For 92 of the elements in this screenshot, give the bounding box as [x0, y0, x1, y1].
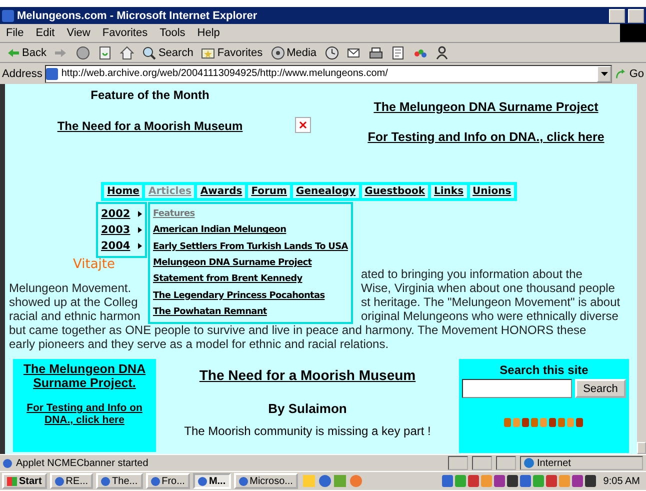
- status-pane: [496, 456, 516, 470]
- zone-label: Internet: [537, 458, 571, 468]
- panel-title-link[interactable]: The Melungeon DNA Surname Project.: [13, 362, 156, 390]
- intro-text: early pioneers and they serve as a model for ethnic and racial relations.: [9, 337, 390, 351]
- dropdown-button[interactable]: [597, 66, 612, 82]
- status-message: Applet NCMECbanner started: [16, 458, 150, 468]
- nav-link[interactable]: Unions: [470, 185, 514, 198]
- globe-icon: [524, 458, 534, 468]
- search-icon: [142, 46, 156, 60]
- home-icon: [120, 46, 134, 60]
- mail-icon: [346, 46, 361, 60]
- menu-link[interactable]: American Indian Melungeon: [153, 222, 286, 239]
- stop-button[interactable]: [74, 46, 92, 60]
- intro-text: but came together as ONE people to survive and live in peace and harmony. The Movement HONORS these: [9, 323, 588, 337]
- browser-icon: [2, 10, 14, 22]
- stop-icon: [76, 46, 90, 60]
- intro-text: Melungeon Movement.: [9, 281, 132, 295]
- nav-link[interactable]: Links: [431, 185, 470, 198]
- back-button[interactable]: Back: [4, 46, 48, 60]
- address-label: Address: [2, 68, 42, 80]
- search-heading: Search this site: [500, 363, 588, 377]
- start-button[interactable]: Start: [2, 473, 47, 489]
- greeting: Vitajte: [73, 257, 115, 271]
- taskbar-button[interactable]: The...: [96, 473, 143, 489]
- history-icon: [324, 46, 339, 60]
- search-button[interactable]: Search: [140, 46, 196, 60]
- messenger-icon: [434, 46, 449, 60]
- intro-text: Wise, Virginia when about one thousand people: [361, 281, 615, 295]
- favorites-button[interactable]: Favorites: [199, 46, 265, 60]
- feature-heading: Feature of the Month: [90, 88, 210, 102]
- print-icon: [368, 46, 383, 60]
- window-title: Melungeons.com - Microsoft Internet Explorer: [17, 10, 258, 22]
- favorites-icon: [201, 46, 216, 60]
- taskbar-button[interactable]: RE...: [50, 473, 94, 489]
- menu-item[interactable]: Favorites: [96, 27, 154, 39]
- nav-link[interactable]: Genealogy: [292, 185, 362, 198]
- caret-icon: [600, 72, 608, 76]
- menu-link[interactable]: Features: [153, 206, 195, 222]
- minimize-button[interactable]: [609, 8, 625, 22]
- go-button[interactable]: Go: [615, 68, 644, 80]
- year-item[interactable]: 2002: [101, 206, 142, 222]
- go-arrow-icon: [615, 68, 628, 80]
- intro-text: racial and ethnic harmon: [9, 309, 140, 323]
- year-item[interactable]: 2003: [101, 222, 142, 238]
- address-field[interactable]: http://web.archive.org/web/20041113094925/http://www.melungeons.com/: [45, 64, 612, 82]
- article-title[interactable]: The Need for a Moorish Museum: [199, 367, 416, 383]
- taskbar-button[interactable]: M...: [192, 473, 231, 489]
- taskbar-button[interactable]: Microso...: [234, 473, 298, 489]
- menu-link[interactable]: The Legendary Princess Pocahontas: [153, 287, 325, 304]
- status-pane: [472, 456, 492, 470]
- media-icon: [270, 46, 285, 60]
- menu-item[interactable]: Edit: [30, 27, 61, 39]
- home-button[interactable]: [118, 46, 136, 60]
- maximize-button[interactable]: [628, 8, 644, 22]
- edit-icon: [390, 46, 405, 60]
- applet-icon: [3, 458, 12, 468]
- quick-launch-icons-drawing[interactable]: [300, 474, 363, 488]
- menu-link[interactable]: Early Settlers From Turkish Lands To USA: [153, 238, 348, 255]
- menu-link[interactable]: Melungeon DNA Surname Project: [153, 254, 312, 272]
- media-button[interactable]: Media: [268, 46, 319, 60]
- panel-link[interactable]: For Testing and Info on DNA., click here: [13, 402, 156, 426]
- intro-text: showed up at the Colleg: [9, 295, 138, 309]
- clock: 9:05 AM: [603, 476, 641, 486]
- menu-link[interactable]: The Powhatan Remnant: [153, 304, 267, 320]
- intro-text: ated to bringing you information about the: [361, 267, 582, 281]
- scrollbar[interactable]: [637, 84, 646, 454]
- refresh-icon: [98, 46, 112, 60]
- intro-text: st heritage. The "Melungeon Movement" is about: [361, 295, 620, 309]
- nav-link[interactable]: Home: [104, 185, 146, 198]
- menu-item[interactable]: View: [60, 27, 96, 39]
- menu-item[interactable]: Tools: [154, 27, 192, 39]
- nav-link[interactable]: Forum: [248, 185, 293, 198]
- nav-link[interactable]: Guestbook: [362, 185, 431, 198]
- status-pane: [448, 456, 468, 470]
- menu-link[interactable]: Statement from Brent Kennedy: [153, 271, 302, 288]
- print-button[interactable]: [366, 46, 385, 60]
- page-icon: [46, 68, 58, 80]
- search-field[interactable]: [462, 379, 572, 398]
- promo-link[interactable]: For Testing and Info on DNA., click here: [368, 130, 604, 144]
- article-text: The Moorish community is missing a key part !: [184, 424, 431, 438]
- year-item[interactable]: 2004: [101, 238, 142, 254]
- menu-item[interactable]: Help: [191, 27, 226, 39]
- search-button[interactable]: Search: [575, 379, 626, 398]
- article-byline: By Sulaimon: [268, 401, 347, 416]
- feature-link[interactable]: The Need for a Moorish Museum: [57, 119, 243, 133]
- taskbar-button[interactable]: Fro...: [146, 473, 190, 489]
- nav-link[interactable]: Awards: [197, 185, 248, 198]
- intro-text: original Melungeons who were ethnically diverse: [361, 309, 618, 323]
- history-button[interactable]: [322, 46, 341, 60]
- broken-image-icon: [295, 117, 311, 133]
- promo-link[interactable]: The Melungeon DNA Surname Project: [374, 100, 598, 114]
- menu-item[interactable]: File: [0, 27, 30, 39]
